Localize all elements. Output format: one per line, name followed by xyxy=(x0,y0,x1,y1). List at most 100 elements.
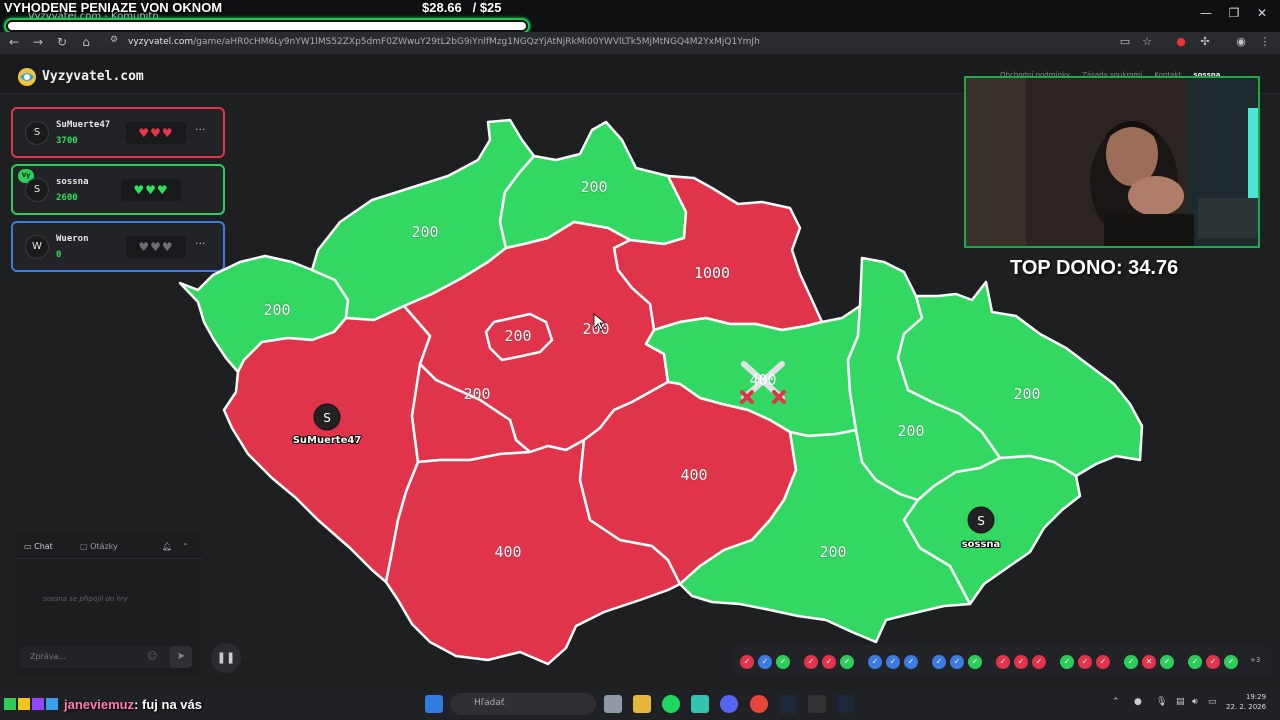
steam-icon[interactable] xyxy=(779,695,797,713)
history-more: +3 xyxy=(1250,656,1261,664)
chat-tabs: ▭ Chat ▢ Otázky 🔔︎ ⌃ xyxy=(14,535,201,559)
minimize-icon[interactable]: — xyxy=(1196,6,1216,24)
history-result-dot: ✓ xyxy=(886,655,900,669)
history-result-dot: ✓ xyxy=(1160,655,1174,669)
file-explorer-icon[interactable] xyxy=(633,695,651,713)
extensions-puzzle-icon[interactable]: ✣ xyxy=(1198,35,1212,48)
tab-questions[interactable]: ▢ Otázky xyxy=(80,542,118,551)
windows-start-icon[interactable] xyxy=(425,695,443,713)
tray-app-icon[interactable]: ● xyxy=(1134,697,1142,707)
send-button[interactable]: ➤ xyxy=(170,646,192,668)
history-result-dot: ✕ xyxy=(1142,655,1156,669)
task-view-icon[interactable] xyxy=(604,695,622,713)
maximize-icon[interactable]: ❐ xyxy=(1224,6,1244,24)
taskbar-search[interactable]: Hľadať xyxy=(450,693,596,715)
cast-icon[interactable]: ▭ xyxy=(1118,35,1132,48)
region-label: 200 xyxy=(263,301,290,319)
chat-badges-icon xyxy=(4,698,58,710)
region-label: 200 xyxy=(504,327,531,345)
player-name: SuMuerte47 xyxy=(56,120,111,130)
history-result-dot: ✓ xyxy=(1206,655,1220,669)
avatar: W xyxy=(25,235,49,259)
clock-time: 19:29 xyxy=(1245,693,1267,701)
overlay-title: VYHODENE PENIAZE VON OKNOM xyxy=(4,0,223,15)
heart-icon: ♥ xyxy=(150,126,162,140)
taskbar-clock[interactable]: 19:29 22. 2. 2026 xyxy=(1226,692,1266,712)
profile-icon[interactable]: ◉ xyxy=(1234,35,1248,48)
epic-games-icon[interactable] xyxy=(808,695,826,713)
bookmark-star-icon[interactable]: ☆ xyxy=(1140,35,1154,48)
app-icon[interactable] xyxy=(691,695,709,713)
screen: Vyzyvatel.com - Komunitn — ❐ ✕ VYHODENE … xyxy=(0,0,1280,720)
battery-icon[interactable]: ▭ xyxy=(1208,697,1217,707)
stream-chat-message: : fuj na vás xyxy=(134,697,203,712)
marker-name: sossna xyxy=(962,539,1001,550)
tray-chevron-icon[interactable]: ⌃ xyxy=(1112,697,1120,707)
heart-icon: ♥ xyxy=(133,183,146,197)
chat-message: sossna se připojil do hry xyxy=(43,595,128,603)
history-result-dot: ✓ xyxy=(1060,655,1074,669)
region-label: 400 xyxy=(494,543,521,561)
steam-icon[interactable] xyxy=(837,695,855,713)
chrome-icon[interactable] xyxy=(750,695,768,713)
forward-icon[interactable]: → xyxy=(30,35,46,49)
history-result-dot: ✓ xyxy=(804,655,818,669)
home-icon[interactable]: ⌂ xyxy=(78,35,94,49)
heart-icon: ♥ xyxy=(156,183,169,197)
discord-icon[interactable] xyxy=(720,695,738,713)
history-result-dot: ✓ xyxy=(758,655,772,669)
tab-questions-label: Otázky xyxy=(90,542,118,551)
emoji-icon[interactable]: ☺ xyxy=(147,651,157,662)
spotify-icon[interactable] xyxy=(662,695,680,713)
region-label: 1000 xyxy=(694,264,730,282)
marker-initial: S xyxy=(323,411,331,425)
tab-chat-label: Chat xyxy=(34,542,53,551)
region-label: 200 xyxy=(463,385,490,403)
heart-icon: ♥ xyxy=(138,126,151,140)
logo-text[interactable]: Vyzyvatel.com xyxy=(42,69,144,84)
history-result-dot: ✓ xyxy=(968,655,982,669)
round-history: +3 ✓ ✓ ✓ ✓ ✓ ✓ ✓ ✓ ✓ ✓ ✓ ✓ ✓ ✓ ✓ ✓ ✓ ✓ ✓ ✕ ✓ ✓ ✓ ✓ xyxy=(732,646,1272,676)
history-result-dot: ✓ xyxy=(776,655,790,669)
top-donation-text: TOP DONO: 34.76 xyxy=(1010,257,1179,279)
player-score: 3700 xyxy=(56,136,78,146)
region-label: 400 xyxy=(749,371,776,389)
history-result-dot: ✓ xyxy=(868,655,882,669)
stream-chat-username: janeviemuz xyxy=(64,697,135,712)
region-label: 200 xyxy=(897,422,924,440)
bell-icon[interactable]: 🔔︎ xyxy=(162,542,172,551)
history-result-dot: ✓ xyxy=(932,655,946,669)
history-result-dot: ✓ xyxy=(996,655,1010,669)
player-score: 0 xyxy=(56,250,62,260)
volume-icon[interactable]: 🔊︎ xyxy=(1192,697,1198,707)
history-result-dot: ✓ xyxy=(950,655,964,669)
history-result-dot: ✓ xyxy=(822,655,836,669)
region-label: 200 xyxy=(411,223,438,241)
region-label: 200 xyxy=(580,178,607,196)
close-icon[interactable]: ✕ xyxy=(1252,6,1272,24)
region-label: 200 xyxy=(819,543,846,561)
back-icon[interactable]: ← xyxy=(6,35,22,49)
history-result-dot: ✓ xyxy=(904,655,918,669)
pause-button[interactable]: ❚❚ xyxy=(211,643,241,673)
browser-menu-icon[interactable]: ⋮ xyxy=(1258,35,1272,48)
url-field[interactable]: vyzyvatel.com/game/aHR0cHM6Ly9nYW1lMS52Z… xyxy=(128,37,760,47)
stream-chat-line: janeviemuz: fuj na vás xyxy=(4,697,202,712)
history-result-dot: ✓ xyxy=(1032,655,1046,669)
chevron-up-icon[interactable]: ⌃ xyxy=(182,542,189,551)
history-result-dot: ✓ xyxy=(1078,655,1092,669)
history-result-dot: ✓ xyxy=(1224,655,1238,669)
extension-icon[interactable]: ● xyxy=(1174,35,1188,48)
history-result-dot: ✓ xyxy=(1124,655,1138,669)
region-label: 400 xyxy=(680,466,707,484)
player-score: 2600 xyxy=(56,193,78,203)
microphone-icon[interactable]: 🎙︎ xyxy=(1156,697,1167,707)
avatar: S xyxy=(25,121,49,145)
logo-icon[interactable] xyxy=(16,66,38,88)
heart-icon: ♥ xyxy=(150,240,162,254)
network-icon[interactable]: ▤ xyxy=(1176,697,1185,707)
clock-date: 22. 2. 2026 xyxy=(1226,703,1267,711)
reload-icon[interactable]: ↻ xyxy=(54,35,70,49)
tab-chat[interactable]: ▭ Chat xyxy=(24,542,53,551)
site-info-icon[interactable]: ⚙ xyxy=(106,35,122,45)
